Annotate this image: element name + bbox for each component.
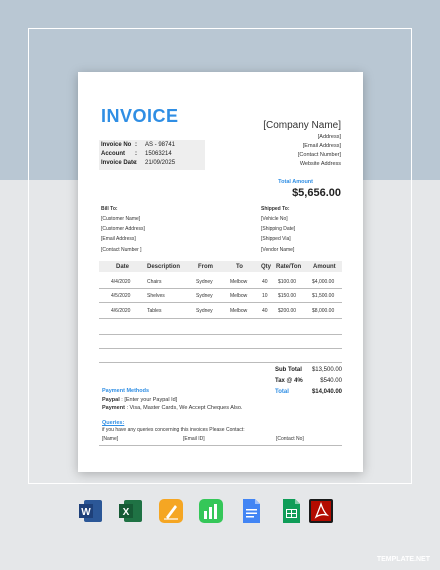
cell-to: Melbow <box>230 308 248 314</box>
cell-to: Melbow <box>230 279 248 285</box>
cell-rate: $150.00 <box>278 293 297 299</box>
cell-from: Sydney <box>196 293 213 299</box>
grand-total-label: Total <box>275 389 289 395</box>
shipped-to-line: [Vehicle No] <box>261 216 288 222</box>
numbers-icon[interactable] <box>198 498 224 524</box>
cell-date: 4/4/2020 <box>111 279 131 285</box>
column-header-description: Description <box>147 264 181 270</box>
cell-amount: $1,500.00 <box>312 293 335 299</box>
column-header-qty: Qty <box>261 264 272 270</box>
bill-to-line: [Customer Name] <box>101 216 141 222</box>
invoice-page: INVOICE Invoice No: AS - 98741 Account:15… <box>78 72 363 472</box>
bill-to-line: [Customer Address] <box>101 226 145 232</box>
column-header-amount: Amount <box>313 264 336 270</box>
cell-from: Sydney <box>196 279 213 285</box>
row-divider <box>99 348 342 349</box>
total-amount-value: $5,656.00 <box>292 187 341 199</box>
row-divider <box>99 318 342 319</box>
cell-amount: $4,000.00 <box>312 279 335 285</box>
payment-label: Payment <box>102 405 125 411</box>
cell-description: Shelves <box>147 293 165 299</box>
cell-description: Tables <box>147 308 162 314</box>
bill-to-line: [Email Address] <box>101 236 136 242</box>
paypal-label: Paypal <box>102 397 120 403</box>
subtotal-label: Sub Total <box>275 367 302 373</box>
column-header-date: Date <box>116 264 130 270</box>
shipped-to-label: Shipped To: <box>261 206 290 212</box>
row-divider <box>99 334 342 335</box>
cell-qty: 40 <box>262 308 268 314</box>
cell-date: 4/5/2020 <box>111 293 131 299</box>
svg-text:W: W <box>81 507 91 518</box>
meta-row-invoice-date: Invoice Date: 21/09/2025 <box>101 160 176 166</box>
queries-contact: [Contact No] <box>276 436 304 442</box>
cell-amount: $8,000.00 <box>312 308 335 314</box>
table-header: Date Description From To Qty Rate/Ton Am… <box>99 261 342 272</box>
excel-icon[interactable]: X <box>118 498 144 524</box>
tax-value: $540.00 <box>320 378 342 384</box>
payment-line: Payment : Visa, Master Cards, We Accept … <box>102 405 242 411</box>
cell-from: Sydney <box>196 308 213 314</box>
invoice-title: INVOICE <box>101 106 179 126</box>
google-sheets-icon[interactable] <box>278 498 304 524</box>
company-name: [Company Name] <box>263 120 341 131</box>
pdf-icon[interactable] <box>308 498 334 524</box>
meta-key: Account <box>101 151 125 157</box>
email-line: [Email Address] <box>302 143 341 149</box>
shipped-to-line: [Vendor Name] <box>261 247 295 253</box>
meta-value: 21/09/2025 <box>145 160 176 166</box>
payment-methods-heading: Payment Methods <box>102 388 150 394</box>
cell-qty: 10 <box>262 293 268 299</box>
shipped-to-line: [Shipped Via] <box>261 236 291 242</box>
queries-name: [Name] <box>102 436 119 442</box>
meta-value: AS - 98741 <box>145 142 176 148</box>
meta-row-invoice-no: Invoice No: AS - 98741 <box>101 142 176 148</box>
bill-to-line: [Contact Number ] <box>101 247 142 253</box>
pages-icon[interactable] <box>158 498 184 524</box>
total-amount-label: Total Amount <box>278 179 313 185</box>
cell-to: Melbow <box>230 293 248 299</box>
queries-heading: Queries: <box>102 420 125 426</box>
invoice-meta-box: Invoice No: AS - 98741 Account:15063214 I… <box>99 140 205 170</box>
queries-email: [Email ID] <box>183 436 205 442</box>
column-header-from: From <box>198 264 213 270</box>
cell-rate: $200.00 <box>278 308 297 314</box>
footer-divider <box>99 445 342 446</box>
column-header-rate: Rate/Ton <box>276 264 302 270</box>
contact-line: [Contact Number] <box>297 152 341 158</box>
address-line: [Address] <box>317 134 341 140</box>
meta-key: Invoice No <box>101 142 132 148</box>
subtotal-value: $13,500.00 <box>311 367 342 373</box>
row-divider <box>99 288 342 289</box>
cell-rate: $100.00 <box>278 279 297 285</box>
queries-text: if you have any queries concerning this … <box>102 427 245 433</box>
cell-description: Chairs <box>147 279 162 285</box>
cell-date: 4/6/2020 <box>111 308 131 314</box>
template-net-logo: TEMPLATE.NET <box>376 556 430 563</box>
google-docs-icon[interactable] <box>238 498 264 524</box>
svg-text:X: X <box>123 507 130 518</box>
shipped-to-line: [Shipping Date] <box>261 226 296 232</box>
tax-label: Tax @ 4% <box>275 378 303 384</box>
payment-value: : Visa, Master Cards, We Accept Cheques … <box>126 405 243 411</box>
website-line: Website Address <box>299 161 341 167</box>
row-divider <box>99 302 342 303</box>
cell-qty: 40 <box>262 279 268 285</box>
paypal-line: Paypal : [Enter your Paypal Id] <box>102 397 177 403</box>
word-icon[interactable]: W <box>78 498 104 524</box>
grand-total-value: $14,040.00 <box>311 389 342 395</box>
paypal-value: : [Enter your Paypal Id] <box>121 397 178 403</box>
bill-to-label: Bill To: <box>101 206 118 212</box>
column-header-to: To <box>236 264 243 270</box>
meta-row-account: Account:15063214 <box>101 151 172 157</box>
row-divider <box>99 362 342 363</box>
meta-key: Invoice Date <box>101 160 137 166</box>
meta-value: 15063214 <box>145 151 172 157</box>
